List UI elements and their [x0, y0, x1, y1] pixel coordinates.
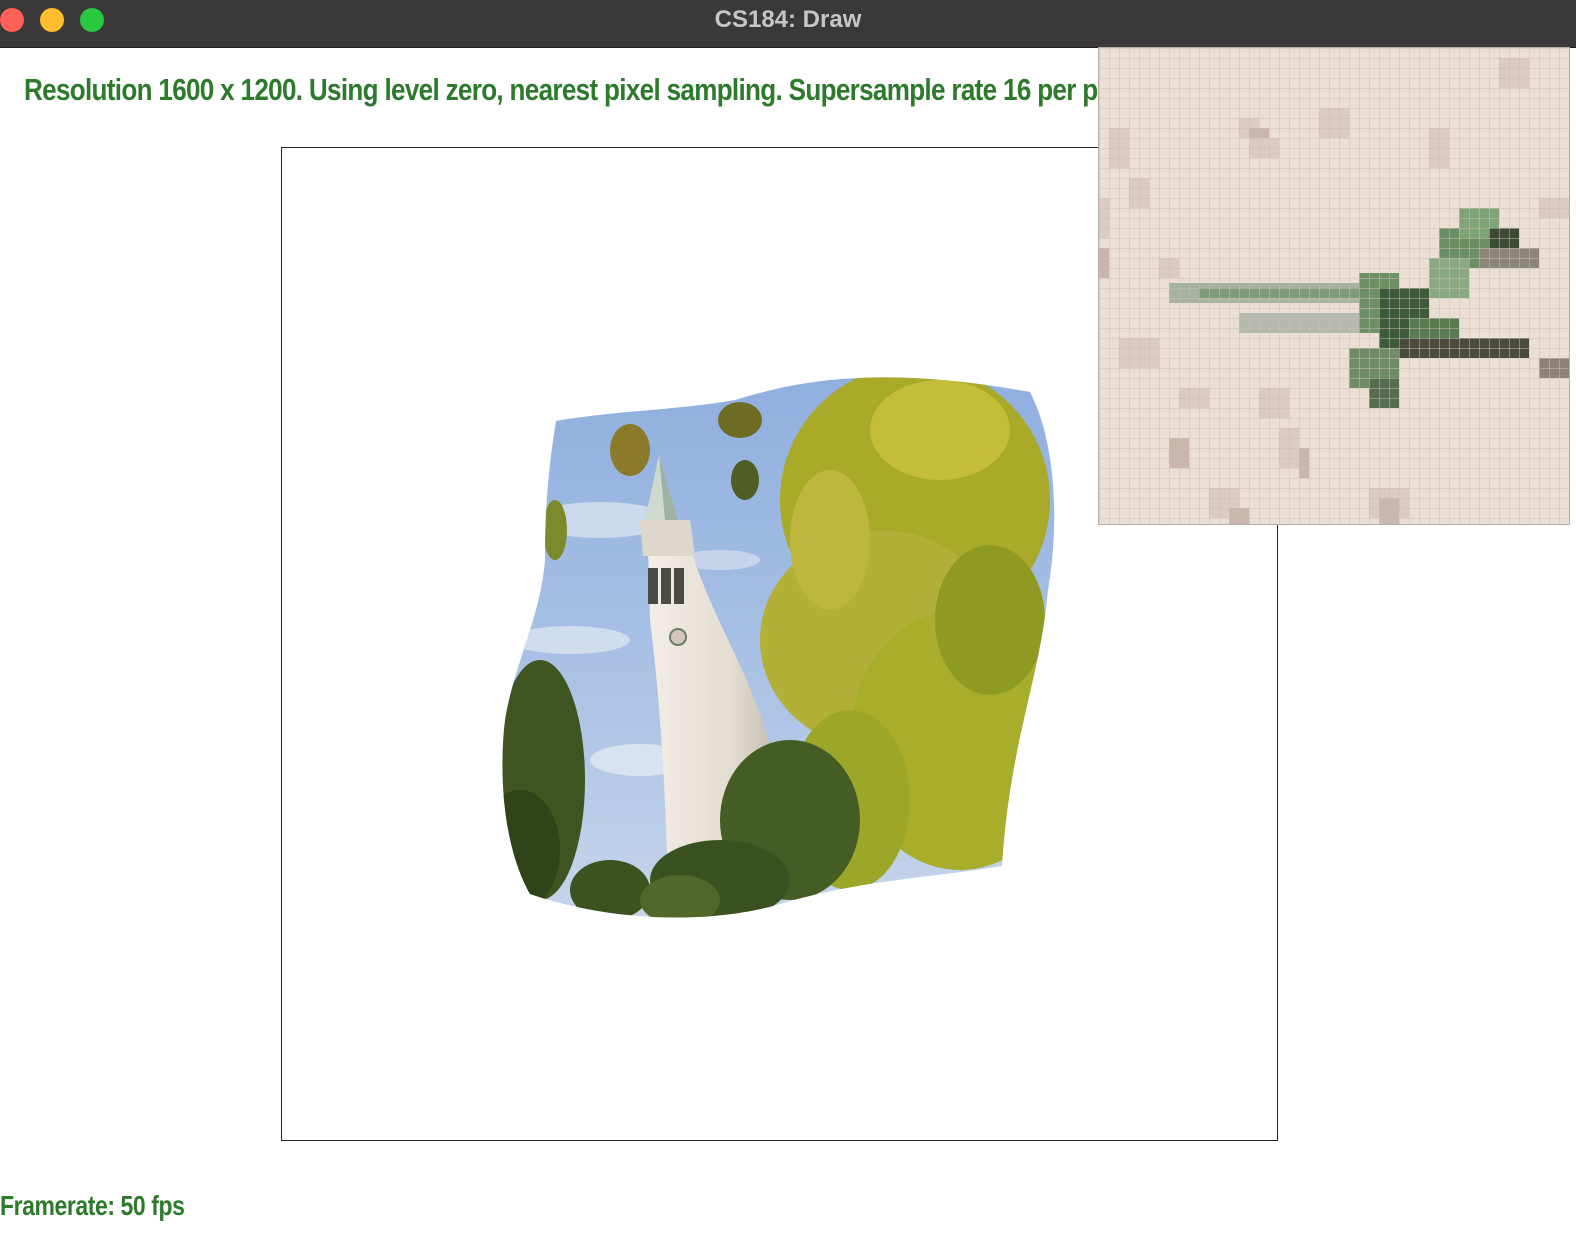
- photo-content: [502, 377, 1055, 918]
- status-message: Resolution 1600 x 1200. Using level zero…: [24, 72, 1145, 107]
- framerate-label: Framerate: 50 fps: [0, 1190, 185, 1221]
- zoom-inset: [1098, 47, 1570, 525]
